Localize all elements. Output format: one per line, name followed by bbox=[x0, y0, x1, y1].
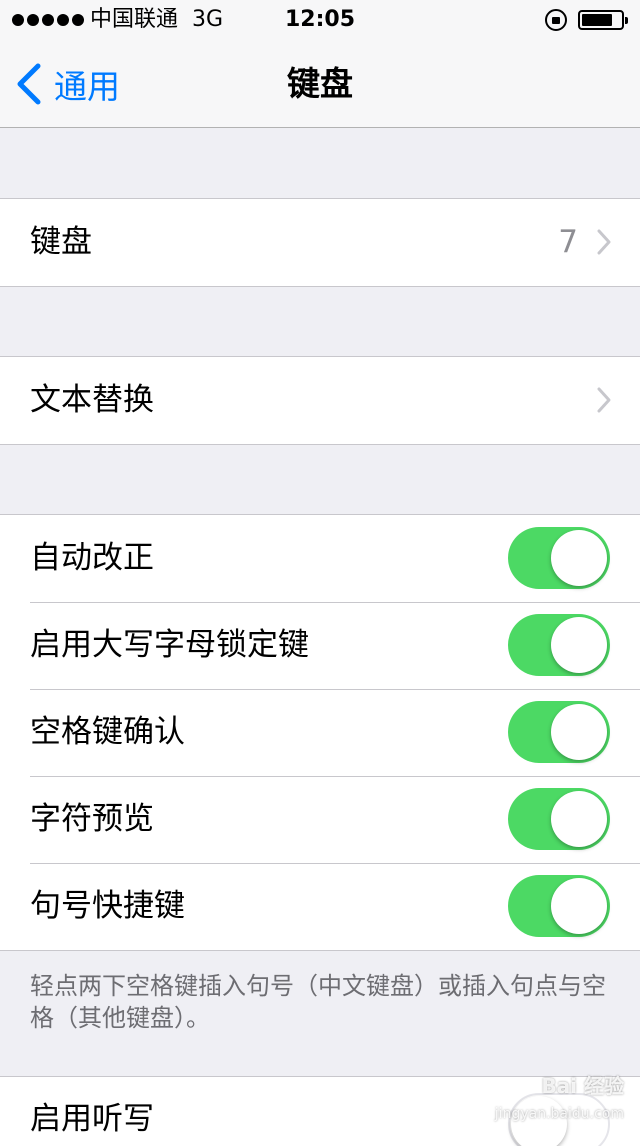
char-preview-row: 字符预览 bbox=[0, 776, 640, 863]
auto-correct-toggle[interactable] bbox=[508, 527, 610, 589]
period-shortcut-footnote: 轻点两下空格键插入句号（中文键盘）或插入句点与空格（其他键盘）。 bbox=[30, 970, 620, 1034]
keyboards-group: 键盘 7 bbox=[0, 198, 640, 287]
char-preview-toggle[interactable] bbox=[508, 788, 610, 850]
period-shortcut-row: 句号快捷键 bbox=[0, 863, 640, 950]
watermark: Bai 经验 jingyan.baidu.com bbox=[464, 1072, 624, 1132]
battery-icon bbox=[578, 10, 624, 30]
text-replacement-label: 文本替换 bbox=[30, 357, 154, 444]
auto-correct-label: 自动改正 bbox=[30, 515, 154, 602]
period-shortcut-label: 句号快捷键 bbox=[30, 863, 185, 950]
keyboards-row[interactable]: 键盘 7 bbox=[0, 199, 640, 286]
period-shortcut-toggle[interactable] bbox=[508, 875, 610, 937]
space-confirm-label: 空格键确认 bbox=[30, 689, 185, 776]
chevron-right-icon bbox=[596, 228, 612, 256]
page-title: 键盘 bbox=[0, 40, 640, 128]
char-preview-label: 字符预览 bbox=[30, 776, 154, 863]
space-confirm-toggle[interactable] bbox=[508, 701, 610, 763]
keyboards-label: 键盘 bbox=[30, 199, 92, 286]
status-time: 12:05 bbox=[0, 0, 640, 40]
auto-correct-row: 自动改正 bbox=[0, 515, 640, 602]
keyboard-options-group: 自动改正 启用大写字母锁定键 空格键确认 字符预览 句号快捷键 bbox=[0, 514, 640, 951]
caps-lock-label: 启用大写字母锁定键 bbox=[30, 602, 309, 689]
caps-lock-row: 启用大写字母锁定键 bbox=[0, 602, 640, 689]
text-replacement-row[interactable]: 文本替换 bbox=[0, 357, 640, 444]
navigation-bar: 通用 键盘 bbox=[0, 40, 640, 128]
space-confirm-row: 空格键确认 bbox=[0, 689, 640, 776]
keyboards-count: 7 bbox=[558, 199, 578, 286]
chevron-right-icon bbox=[596, 386, 612, 414]
status-bar: 中国联通 3G 12:05 bbox=[0, 0, 640, 40]
text-replacement-group: 文本替换 bbox=[0, 356, 640, 445]
caps-lock-toggle[interactable] bbox=[508, 614, 610, 676]
lock-rotation-icon bbox=[545, 9, 567, 31]
